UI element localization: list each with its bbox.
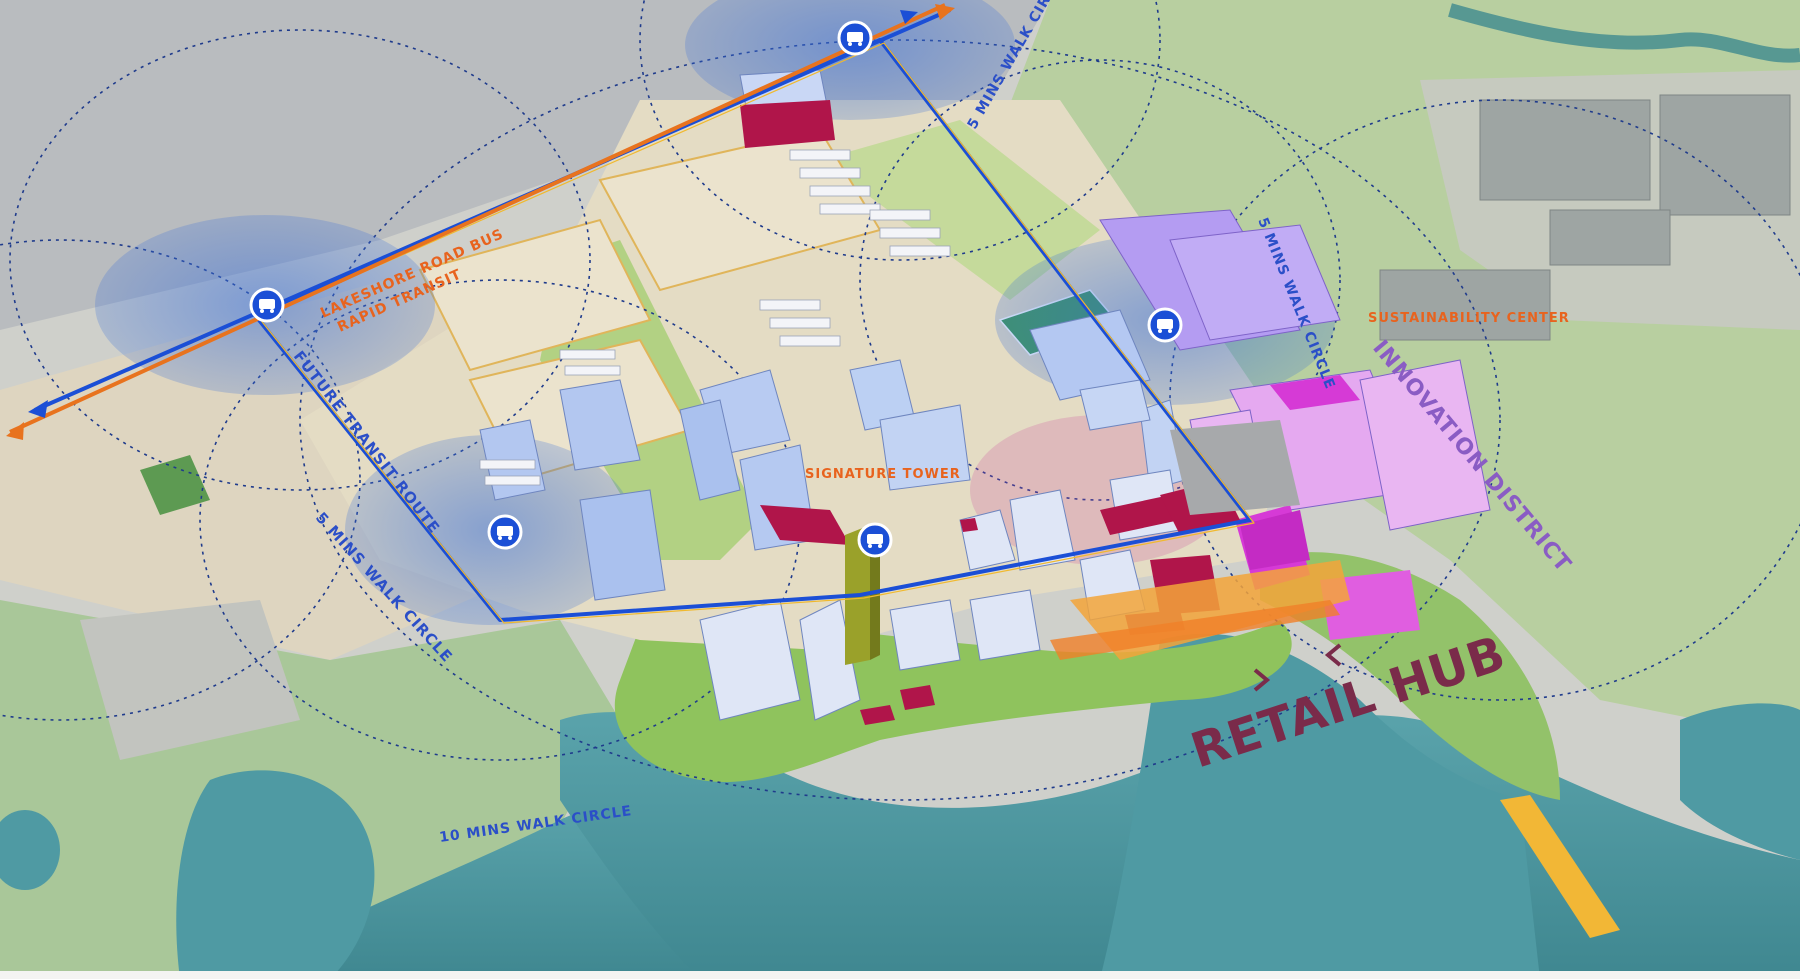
bus-stop-icon[interactable] [857, 522, 893, 558]
label-sustainability-center: SUSTAINABILITY CENTER [1368, 311, 1570, 326]
bus-stop-icon[interactable] [249, 287, 285, 323]
aerial-site-plan: LAKESHORE ROAD BUS RAPID TRANSIT FUTURE … [0, 0, 1800, 979]
bus-stop-icon[interactable] [837, 20, 873, 56]
bus-stop-icon[interactable] [1147, 307, 1183, 343]
bottom-strip [0, 971, 1800, 979]
bus-stop-icon[interactable] [487, 514, 523, 550]
masterplan-map: LAKESHORE ROAD BUS RAPID TRANSIT FUTURE … [0, 0, 1800, 979]
label-signature-tower: SIGNATURE TOWER [805, 467, 961, 482]
bay-water[interactable] [176, 770, 375, 979]
